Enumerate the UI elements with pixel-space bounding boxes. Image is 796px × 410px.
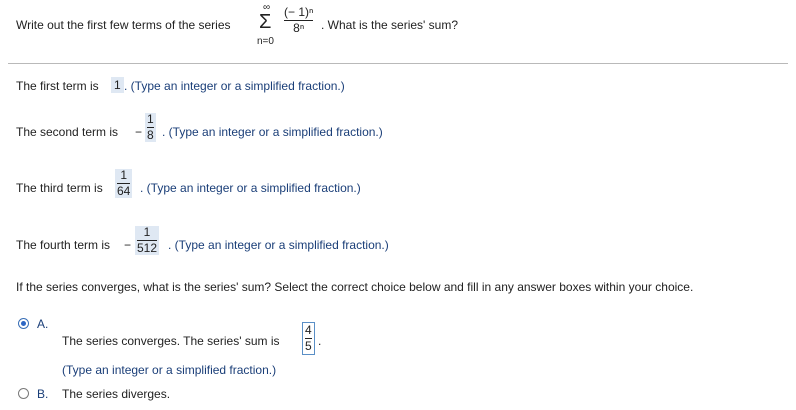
choice-a-letter: A. bbox=[37, 317, 49, 331]
fourth-term-numerator: 1 bbox=[143, 225, 151, 239]
second-term-denominator: 8 bbox=[147, 128, 154, 142]
series-term-fraction: (− 1)ⁿ 8ⁿ bbox=[284, 5, 314, 35]
choice-b-text: The series diverges. bbox=[62, 387, 171, 401]
third-term-hint: . (Type an integer or a simplified fract… bbox=[140, 181, 361, 195]
fourth-term-hint: . (Type an integer or a simplified fract… bbox=[168, 238, 389, 252]
second-term-label: The second term is bbox=[16, 125, 119, 139]
third-term-answer[interactable]: 1 64 bbox=[115, 168, 133, 198]
choice-a-radio[interactable] bbox=[18, 318, 29, 329]
choice-a-period: . bbox=[318, 334, 322, 348]
series-sum-denominator: 5 bbox=[305, 339, 312, 353]
first-term-hint: . (Type an integer or a simplified fract… bbox=[124, 79, 345, 93]
series-term-denominator: 8ⁿ bbox=[293, 21, 305, 35]
second-term-hint: . (Type an integer or a simplified fract… bbox=[162, 125, 383, 139]
fourth-term-denominator: 512 bbox=[137, 241, 158, 255]
second-term-numerator: 1 bbox=[147, 112, 154, 126]
third-term-denominator: 64 bbox=[117, 184, 131, 198]
third-term-numerator: 1 bbox=[120, 168, 128, 182]
first-term-label: The first term is bbox=[16, 79, 99, 93]
sigma-symbol: Σ bbox=[259, 11, 272, 33]
fourth-term-answer[interactable]: 1 512 bbox=[135, 225, 160, 255]
second-term-answer[interactable]: 1 8 bbox=[145, 113, 156, 142]
series-sum-answer[interactable]: 4 5 bbox=[302, 322, 315, 355]
fourth-term-label: The fourth term is bbox=[16, 238, 111, 252]
section-divider bbox=[8, 63, 788, 64]
question-suffix: . What is the series' sum? bbox=[321, 18, 459, 32]
series-sum-numerator: 4 bbox=[305, 323, 312, 337]
first-term-answer[interactable]: 1 bbox=[111, 77, 124, 93]
second-term-sign: − bbox=[135, 125, 143, 139]
choice-a-hint: (Type an integer or a simplified fractio… bbox=[62, 363, 277, 377]
fourth-term-sign: − bbox=[124, 238, 132, 252]
choice-b-radio[interactable] bbox=[18, 388, 29, 399]
choice-b-letter: B. bbox=[37, 387, 49, 401]
choice-a-text: The series converges. The series' sum is bbox=[62, 334, 280, 348]
question-prefix: Write out the first few terms of the ser… bbox=[16, 18, 231, 32]
third-term-label: The third term is bbox=[16, 181, 103, 195]
convergence-question: If the series converges, what is the ser… bbox=[16, 280, 694, 294]
sigma-lower-limit: n=0 bbox=[257, 36, 274, 47]
series-term-numerator: (− 1)ⁿ bbox=[284, 5, 314, 19]
